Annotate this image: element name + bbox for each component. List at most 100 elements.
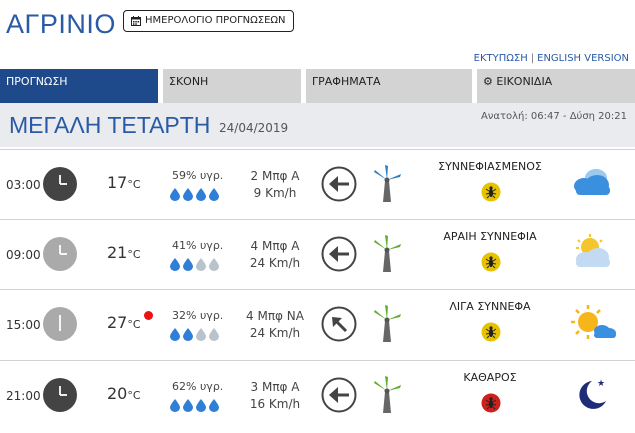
wind-speed: 16 Km/h [249,397,301,411]
humidity: 41% υγρ. [172,239,224,252]
humidity-drops [170,399,219,412]
wind-force: 3 Μπφ Α [250,380,300,394]
calendar-button-label: ΗΜΕΡΟΛΟΓΙΟ ΠΡΟΓΝΩΣΕΩΝ [145,15,286,26]
temperature-unit: °C [127,178,141,191]
water-drop-icon [170,328,180,341]
temperature-unit: °C [127,318,141,331]
sky-condition: ΣΥΝΝΕΦΙΑΣΜΕΝΟΣ [438,160,542,173]
tab-charts-label: ΓΡΑΦΗΜΑΤΑ [312,75,381,88]
water-drop-icon [209,399,219,412]
tab-icons[interactable]: ⚙ ΕΙΚΟΝΙΔΙΑ [477,69,635,103]
svg-text:★: ★ [597,379,605,389]
water-drop-icon [183,188,193,201]
water-drop-icon [170,188,180,201]
bug-risk [481,393,501,417]
bug-risk-icon [481,182,501,202]
wind-turbine [370,163,406,207]
temperature-unit: °C [127,389,141,402]
wind-turbine-icon [374,376,401,413]
wind-direction-arrow-icon [321,377,357,413]
tab-forecast[interactable]: ΠΡΟΓΝΩΣΗ [0,69,158,103]
tab-dust-label: ΣΚΟΝΗ [169,75,209,88]
bug-risk [481,252,501,276]
cloudy-icon [574,169,610,195]
city-title: ΑΓΡΙΝΙΟ [6,9,116,39]
temperature: 21°C [107,243,141,262]
wind-info: 2 Μπφ Α 9 Km/h [240,168,310,202]
forecast-calendar-button[interactable]: ΗΜΕΡΟΛΟΓΙΟ ΠΡΟΓΝΩΣΕΩΝ [123,10,294,32]
temperature-value: 20 [107,384,128,403]
water-drop-icon [196,258,206,271]
temperature-unit: °C [127,248,141,261]
wind-force: 4 Μπφ ΝΑ [246,309,304,323]
humidity: 62% υγρ. [172,380,224,393]
wind-info: 3 Μπφ Α 16 Km/h [240,379,310,413]
wind-turbine-icon [374,165,401,202]
gear-icon: ⚙ [483,75,493,88]
wind-info: 4 Μπφ ΝΑ 24 Km/h [240,308,310,342]
temperature-value: 21 [107,243,128,262]
temperature: 27°C [107,313,141,332]
tab-charts[interactable]: ΓΡΑΦΗΜΑΤΑ [306,69,472,103]
water-drop-icon [170,258,180,271]
wind-speed: 24 Km/h [249,326,301,340]
water-drop-icon [183,328,193,341]
temperature-value: 27 [107,313,128,332]
clock-icon [43,378,77,412]
wind-turbine [370,303,406,347]
alert-dot [144,311,153,320]
water-drop-icon [209,328,219,341]
water-drop-icon [196,399,206,412]
bug-risk [481,182,501,206]
temperature: 17°C [107,173,141,192]
calendar-icon [131,16,141,26]
water-drop-icon [209,258,219,271]
wind-speed: 9 Km/h [253,186,297,200]
print-link[interactable]: ΕΚΤΥΠΩΣΗ [474,53,528,64]
weather-icon [570,304,618,348]
water-drop-icon [183,399,193,412]
wind-turbine [370,374,406,418]
day-header: ΜΕΓΑΛΗ ΤΕΤΑΡΤΗ 24/04/2019 Ανατολή: 06:47… [0,103,635,147]
wind-info: 4 Μπφ Α 24 Km/h [240,238,310,272]
wind-force: 4 Μπφ Α [250,239,300,253]
wind-speed: 24 Km/h [249,256,301,270]
weather-icon [570,164,614,204]
english-version-link[interactable]: ENGLISH VERSION [537,53,629,64]
clock-icon [43,167,77,201]
wind-direction-arrow-icon [321,306,357,342]
tab-dust[interactable]: ΣΚΟΝΗ [163,69,301,103]
humidity: 59% υγρ. [172,169,224,182]
wind-turbine [370,233,406,277]
sunrise-sunset: Ανατολή: 06:47 - Δύση 20:21 [480,111,627,122]
moon-icon: ★ [579,379,606,409]
link-separator: | [530,53,535,64]
water-drop-icon [170,399,180,412]
bug-risk-icon [481,322,501,342]
water-drop-icon [183,258,193,271]
bug-risk-icon [481,393,501,413]
water-drop-icon [209,188,219,201]
sky-condition: ΚΑΘΑΡΟΣ [463,371,517,384]
water-drop-icon [196,188,206,201]
wind-direction-arrow-icon [321,236,357,272]
forecast-row: 15:00 27°C 32% υγρ. 4 Μπφ ΝΑ 24 Km/h ΛΙΓΑ ΣΥΝ… [0,289,635,360]
wind-turbine-icon [374,235,401,272]
bug-risk [481,322,501,346]
humidity-drops [170,258,219,271]
weather-icon [570,234,614,276]
bug-risk-icon [481,252,501,272]
forecast-row: 03:00 17°C 59% υγρ. 2 Μπφ Α 9 Km/h ΣΥΝΝΕΦΙΑΣΜ… [0,149,635,220]
humidity-drops [170,188,219,201]
temperature-value: 17 [107,173,128,192]
forecast-time: 21:00 [6,389,41,403]
sky-condition: ΛΙΓΑ ΣΥΝΝΕΦΑ [449,300,531,313]
tab-bar: ΠΡΟΓΝΩΣΗ ΣΚΟΝΗ ΓΡΑΦΗΜΑΤΑ ⚙ ΕΙΚΟΝΙΔΙΑ [0,69,635,103]
forecast-time: 09:00 [6,248,41,262]
top-links: ΕΚΤΥΠΩΣΗ | ENGLISH VERSION [474,53,629,64]
humidity-drops [170,328,219,341]
forecast-row: 09:00 21°C 41% υγρ. 4 Μπφ Α 24 Km/h ΑΡΑΙΗ ΣΥΝ… [0,219,635,290]
day-date: 24/04/2019 [219,121,289,135]
tab-forecast-label: ΠΡΟΓΝΩΣΗ [6,75,68,88]
humidity: 32% υγρ. [172,309,224,322]
